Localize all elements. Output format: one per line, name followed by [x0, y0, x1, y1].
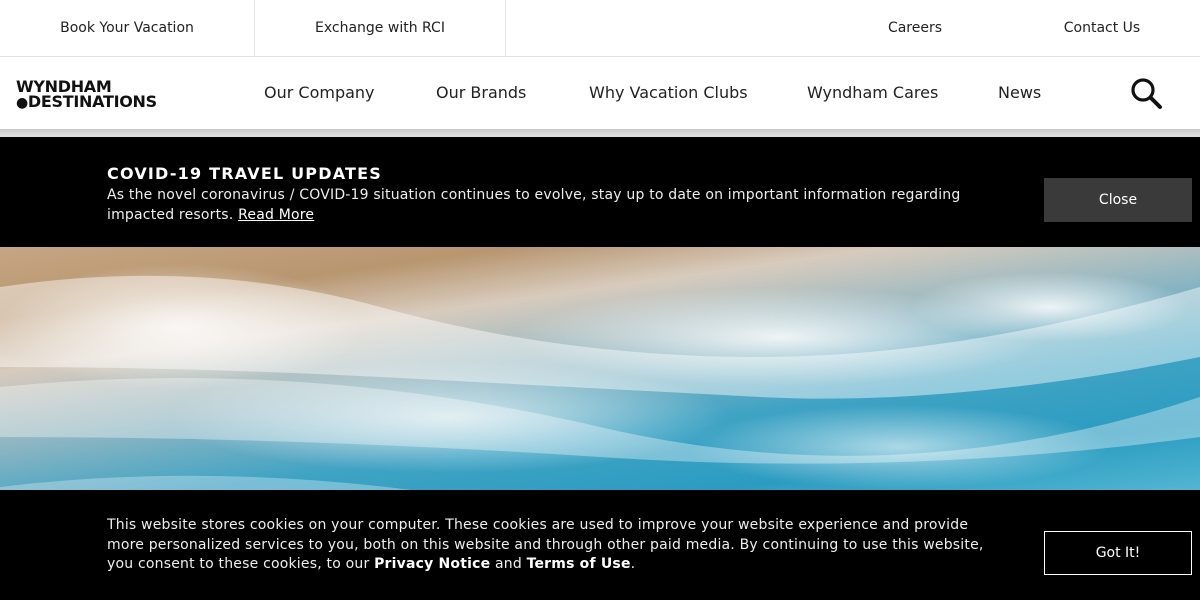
nav-news[interactable]: News: [998, 57, 1041, 131]
main-nav: WYNDHAM ●DESTINATIONS Our Company Our Br…: [0, 57, 1200, 131]
covid-title: COVID-19 TRAVEL UPDATES: [107, 164, 383, 183]
close-button[interactable]: Close: [1044, 178, 1192, 222]
logo-dot: ●: [16, 95, 28, 111]
covid-banner: COVID-19 TRAVEL UPDATES As the novel cor…: [0, 137, 1200, 247]
got-it-button[interactable]: Got It!: [1044, 531, 1192, 575]
careers-link[interactable]: Careers: [870, 0, 960, 56]
nav-our-company[interactable]: Our Company: [264, 57, 375, 131]
contact-us-link[interactable]: Contact Us: [1050, 0, 1154, 56]
nav-why-vacation-clubs[interactable]: Why Vacation Clubs: [589, 57, 748, 131]
logo-line2-wrap: ●DESTINATIONS: [16, 94, 186, 111]
cookie-text: This website stores cookies on your comp…: [107, 516, 997, 575]
privacy-notice-link[interactable]: Privacy Notice: [374, 556, 490, 572]
terms-of-use-link[interactable]: Terms of Use: [527, 556, 631, 572]
logo-line2: DESTINATIONS: [27, 92, 157, 111]
utility-bar: Book Your Vacation Exchange with RCI Car…: [0, 0, 1200, 57]
cookie-banner: This website stores cookies on your comp…: [0, 490, 1200, 600]
read-more-link[interactable]: Read More: [238, 207, 314, 223]
cookie-and: and: [494, 556, 522, 572]
exchange-rci-link[interactable]: Exchange with RCI: [255, 0, 506, 56]
nav-wyndham-cares[interactable]: Wyndham Cares: [807, 57, 938, 131]
nav-our-brands[interactable]: Our Brands: [436, 57, 526, 131]
search-icon[interactable]: [1130, 77, 1164, 111]
cookie-period: .: [630, 556, 636, 572]
covid-body: As the novel coronavirus / COVID-19 situ…: [107, 187, 961, 223]
covid-text: As the novel coronavirus / COVID-19 situ…: [107, 185, 967, 225]
book-vacation-link[interactable]: Book Your Vacation: [0, 0, 255, 56]
wyndham-destinations-logo[interactable]: WYNDHAM ●DESTINATIONS: [16, 79, 186, 113]
